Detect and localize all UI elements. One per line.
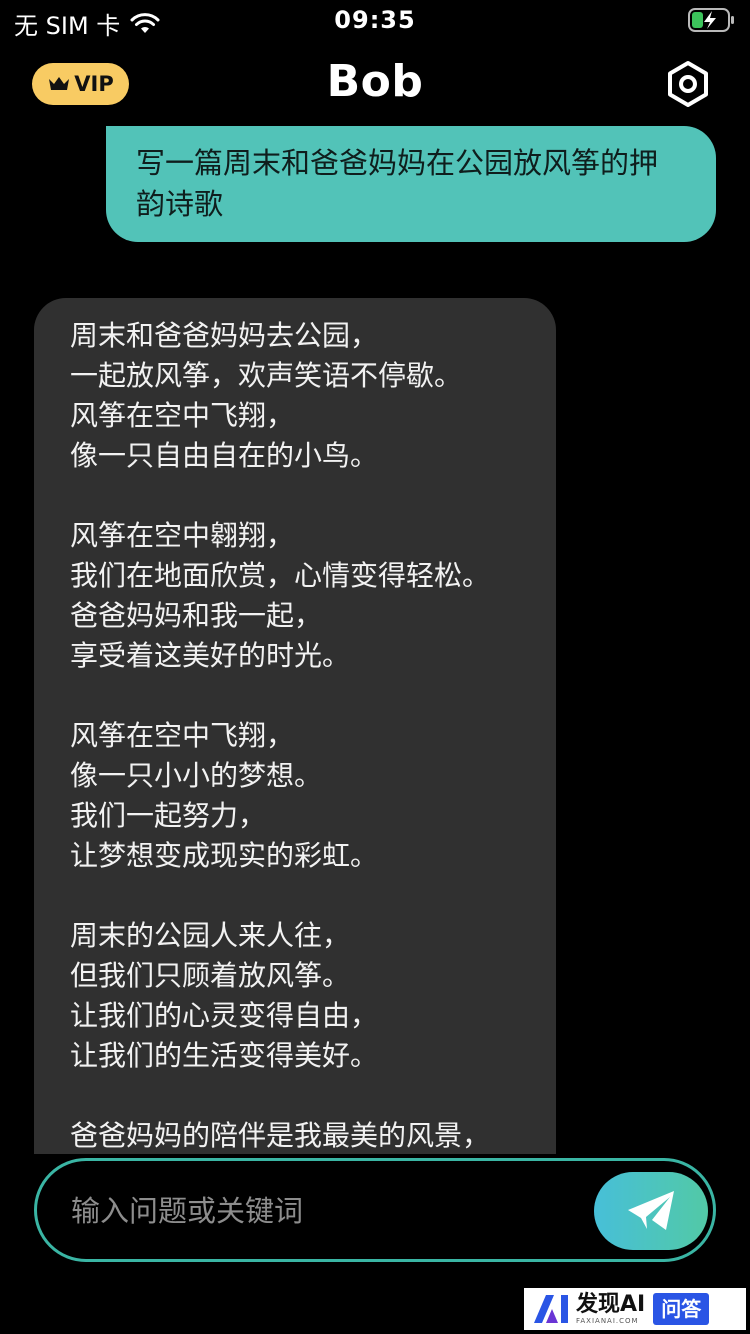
paper-plane-icon: [628, 1191, 674, 1230]
app-title: Bob: [326, 56, 424, 107]
watermark: 发现AI FAXIANAI.COM 问答: [524, 1288, 746, 1330]
poem-line: 让我们的心灵变得自由，: [70, 999, 379, 1032]
watermark-sub: FAXIANAI.COM: [576, 1317, 639, 1325]
gear-icon[interactable]: [664, 60, 712, 108]
poem-line: 风筝在空中翱翔，: [70, 519, 295, 552]
poem-line: 像一只自由自在的小鸟。: [70, 439, 379, 472]
watermark-tag: 问答: [653, 1293, 710, 1325]
poem-line: 风筝在空中飞翔，: [70, 719, 295, 752]
poem-line: 周末的公园人来人往，: [70, 919, 351, 952]
poem-line: 我们在地面欣赏，心情变得轻松。: [70, 559, 491, 592]
poem-line: 爸爸妈妈和我一起，: [70, 599, 323, 632]
poem-stanza: 周末的公园人来人往， 但我们只顾着放风筝。 让我们的心灵变得自由， 让我们的生活…: [70, 916, 536, 1076]
user-message-bubble: 写一篇周末和爸爸妈妈在公园放风筝的押韵诗歌: [106, 126, 716, 242]
poem-line: 让我们的生活变得美好。: [70, 1039, 379, 1072]
watermark-text: 发现AI FAXIANAI.COM: [576, 1292, 646, 1326]
poem-line: 一起放风筝，欢声笑语不停歇。: [70, 359, 463, 392]
bot-message-bubble: 周末和爸爸妈妈去公园， 一起放风筝，欢声笑语不停歇。 风筝在空中飞翔， 像一只自…: [34, 298, 556, 1154]
poem-line: 风筝在空中飞翔，: [70, 399, 295, 432]
send-button[interactable]: [594, 1172, 708, 1250]
poem-line: 爸爸妈妈的陪伴是我最美的风景，: [70, 1119, 491, 1152]
battery-charging-icon: [688, 8, 734, 32]
poem-line: 周末和爸爸妈妈去公园，: [70, 319, 379, 352]
poem-stanza: 风筝在空中飞翔， 像一只小小的梦想。 我们一起努力， 让梦想变成现实的彩虹。: [70, 716, 536, 876]
status-bar: 无 SIM 卡 09:35: [0, 0, 750, 40]
ai-logo-icon: [534, 1295, 568, 1323]
user-message-text: 写一篇周末和爸爸妈妈在公园放风筝的押韵诗歌: [136, 146, 659, 221]
poem-line: 我们一起努力，: [70, 799, 267, 832]
status-time: 09:35: [334, 6, 416, 34]
poem-stanza: 周末和爸爸妈妈去公园， 一起放风筝，欢声笑语不停歇。 风筝在空中飞翔， 像一只自…: [70, 316, 536, 476]
chat-input-bar: [34, 1158, 716, 1262]
watermark-main: 发现AI: [576, 1292, 646, 1317]
poem-line: 但我们只顾着放风筝。: [70, 959, 351, 992]
poem-stanza: 风筝在空中翱翔， 我们在地面欣赏，心情变得轻松。 爸爸妈妈和我一起， 享受着这美…: [70, 516, 536, 676]
poem-line: 让梦想变成现实的彩虹。: [70, 839, 379, 872]
poem-line: 享受着这美好的时光。: [70, 639, 351, 672]
poem-line: 像一只小小的梦想。: [70, 759, 323, 792]
question-input[interactable]: [71, 1189, 591, 1233]
poem-stanza: 爸爸妈妈的陪伴是我最美的风景，: [70, 1116, 536, 1154]
